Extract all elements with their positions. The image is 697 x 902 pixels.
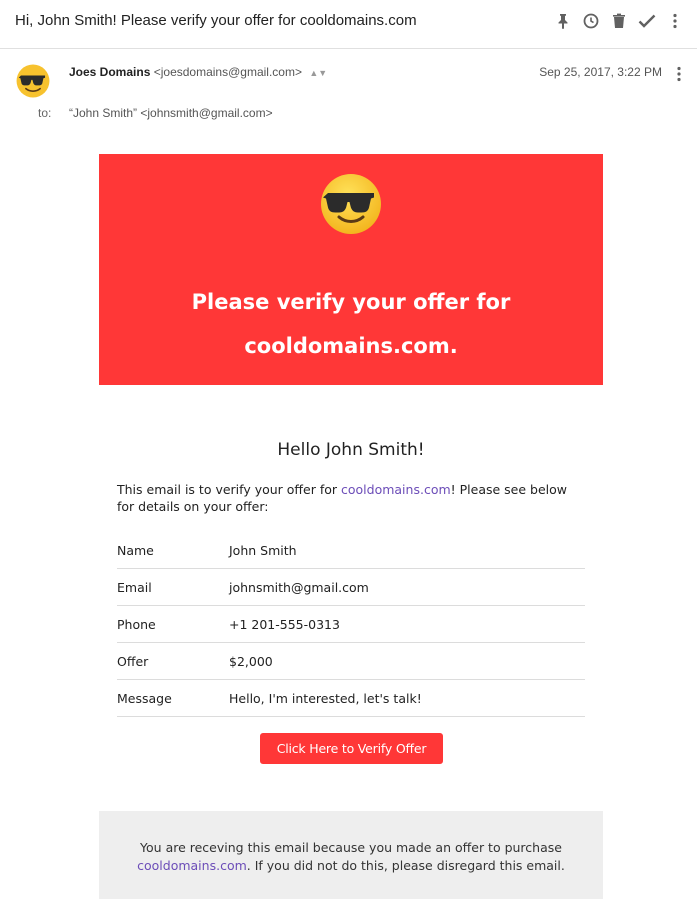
to-recipient: “John Smith” <johnsmith@gmail.com> [69, 106, 273, 120]
toolbar-actions [549, 10, 689, 32]
sender-details-icon[interactable]: ▲▼ [309, 68, 327, 78]
verify-offer-button[interactable]: Click Here to Verify Offer [260, 733, 443, 764]
check-icon[interactable] [633, 10, 661, 32]
email-footer: You are receving this email because you … [99, 811, 603, 899]
sender-avatar [16, 64, 50, 98]
row-label: Phone [117, 617, 156, 632]
more-vert-icon[interactable] [661, 10, 689, 32]
offer-details-table: Name John Smith Email johnsmith@gmail.co… [117, 532, 585, 717]
sender-name: Joes Domains [69, 65, 151, 79]
banner-line-2: cooldomains.com. [244, 334, 458, 358]
row-label: Name [117, 543, 154, 558]
sender-line: Joes Domains <joesdomains@gmail.com> ▲▼ [69, 65, 327, 79]
row-value: Hello, I'm interested, let's talk! [229, 691, 422, 706]
domain-link[interactable]: cooldomains.com [341, 482, 451, 497]
table-row: Message Hello, I'm interested, let's tal… [117, 680, 585, 717]
trash-icon[interactable] [605, 10, 633, 32]
clock-icon[interactable] [577, 10, 605, 32]
to-label: to: [38, 106, 52, 120]
intro-text-before: This email is to verify your offer for [117, 482, 341, 497]
hero-banner: Please verify your offer for cooldomains… [99, 154, 603, 385]
footer-text-before: You are receving this email because you … [140, 840, 562, 855]
table-row: Offer $2,000 [117, 643, 585, 680]
sunglasses-emoji-icon [321, 174, 381, 234]
footer-text-after: . If you did not do this, please disrega… [246, 858, 565, 873]
footer-domain-link[interactable]: cooldomains.com [137, 858, 247, 873]
footer-text: You are receving this email because you … [109, 839, 593, 875]
row-value: John Smith [229, 543, 297, 558]
message-more-icon[interactable] [671, 64, 687, 84]
intro-paragraph: This email is to verify your offer for c… [117, 481, 587, 515]
phone-link[interactable]: +1 201-555-0313 [229, 617, 340, 632]
banner-title: Please verify your offer for cooldomains… [99, 280, 603, 368]
banner-line-1: Please verify your offer for [191, 290, 511, 314]
row-label: Message [117, 691, 172, 706]
table-row: Email johnsmith@gmail.com [117, 569, 585, 606]
sunglasses-emoji-icon [16, 64, 50, 98]
email-link[interactable]: johnsmith@gmail.com [229, 580, 369, 595]
row-label: Email [117, 580, 152, 595]
table-row: Phone +1 201-555-0313 [117, 606, 585, 643]
email-subject: Hi, John Smith! Please verify your offer… [15, 12, 417, 29]
email-toolbar: Hi, John Smith! Please verify your offer… [0, 0, 697, 49]
sender-email: <joesdomains@gmail.com> [153, 65, 302, 79]
email-date: Sep 25, 2017, 3:22 PM [539, 65, 662, 79]
pin-icon[interactable] [549, 10, 577, 32]
table-row: Name John Smith [117, 532, 585, 569]
row-label: Offer [117, 654, 149, 669]
row-value: $2,000 [229, 654, 273, 669]
greeting-heading: Hello John Smith! [277, 440, 425, 460]
